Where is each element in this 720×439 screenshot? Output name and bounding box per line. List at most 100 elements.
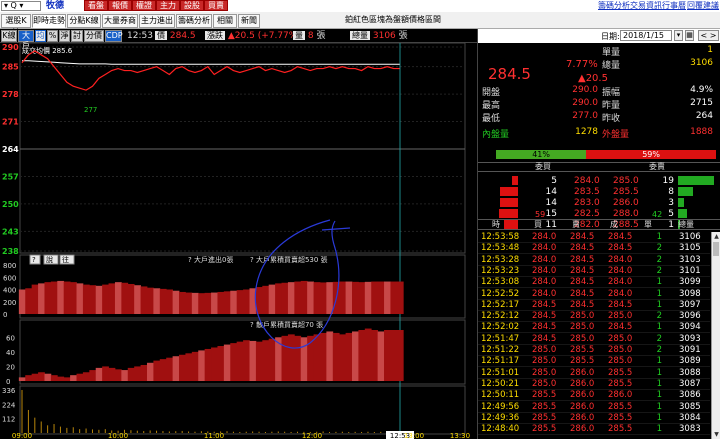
tick-ask: 286.0	[570, 390, 595, 401]
tick-row[interactable]: 12:49:36 285.5 286.0 285.5 1 3084	[478, 413, 710, 424]
tab-branch-kline[interactable]: 分點K線	[67, 14, 101, 28]
link-feedback[interactable]: 回覆建議	[687, 0, 719, 12]
tick-row[interactable]: 12:53:28 284.0 284.5 284.0 2 3103	[478, 255, 710, 266]
percent-button[interactable]: %	[47, 30, 58, 42]
tab-news[interactable]: 新聞	[238, 14, 260, 28]
net-button[interactable]: 淨	[59, 30, 70, 42]
price-dist-button[interactable]: 分價	[84, 30, 104, 42]
tick-bid: 284.5	[532, 322, 557, 333]
retail-bar	[390, 330, 398, 381]
retail-bar	[70, 375, 77, 381]
field-value: 264	[695, 111, 713, 121]
link-chip-analysis[interactable]: 籌碼分析	[598, 0, 630, 12]
tick-row[interactable]: 12:52:02 284.5 285.0 284.5 1 3094	[478, 322, 710, 334]
tick-ask: 285.0	[570, 322, 595, 333]
order-book-header: 委買 委賣	[478, 162, 720, 172]
tick-row[interactable]: 12:53:48 284.0 284.5 284.5 2 3105	[478, 243, 710, 255]
big-trader-bar	[159, 288, 167, 314]
tick-total: 3106	[679, 232, 701, 242]
calendar-icon[interactable]: ▦	[685, 30, 694, 41]
big-trader-button[interactable]: 大戶	[18, 30, 34, 50]
bid-price: 283.0	[574, 198, 600, 208]
big-trader-bar	[307, 281, 314, 314]
menu-button-watch[interactable]: 看盤	[84, 0, 108, 11]
date-input[interactable]: 2018/1/15	[620, 30, 672, 41]
tick-bid: 285.0	[532, 367, 557, 378]
tick-time: 12:51:22	[481, 345, 520, 355]
tick-deal: 284.0	[608, 277, 633, 288]
menu-button-pick[interactable]: 設股	[180, 0, 204, 11]
big-trader-bar	[57, 280, 65, 314]
tab-chip-analysis[interactable]: 籌碼分析	[176, 14, 212, 28]
big-trader-bar	[326, 282, 334, 314]
retail-bar	[211, 347, 218, 381]
tick-row[interactable]: 12:49:56 285.5 286.0 285.5 1 3085	[478, 402, 710, 413]
quote-panel: 日期: 2018/1/15 ▾ ▦ < > 284.5 7.77% ▲20.5 …	[477, 29, 720, 439]
bid-qty: 5	[551, 176, 557, 186]
menu-button-quote[interactable]: 報價	[108, 0, 132, 11]
ask-depth-bar	[678, 187, 693, 196]
tick-row[interactable]: 12:50:21 285.0 286.0 285.5 1 3087	[478, 379, 710, 390]
tab-related[interactable]: 相關	[213, 14, 237, 28]
avg-button[interactable]: 均	[35, 30, 46, 42]
scroll-thumb[interactable]	[713, 242, 719, 256]
retail-bar	[153, 360, 161, 381]
tick-row[interactable]: 12:50:11 285.5 286.0 286.0 1 3086	[478, 390, 710, 402]
tab-major-flow[interactable]: 主力進出	[139, 14, 175, 28]
menu-button-major[interactable]: 主力	[156, 0, 180, 11]
price-tick-label: 271	[2, 118, 19, 127]
date-nav-button[interactable]: < >	[698, 30, 719, 41]
ask-qty: 19	[662, 176, 674, 186]
tick-scrollbar[interactable]: ▲ ▼	[711, 232, 720, 439]
tick-ask: 284.5	[570, 232, 595, 242]
retail-bar	[185, 353, 193, 381]
bid-header: 委買	[535, 162, 551, 171]
tick-row[interactable]: 12:53:58 284.0 284.5 284.5 1 3106	[478, 232, 710, 243]
volume-value: 8	[307, 31, 314, 41]
tick-deal: 285.5	[608, 378, 633, 389]
tick-row[interactable]: 12:48:40 285.5 286.0 285.5 1 3083	[478, 424, 710, 436]
link-calendar[interactable]: 行事曆	[662, 0, 686, 12]
tick-total: 3105	[679, 243, 701, 254]
tick-single: 1	[656, 378, 662, 389]
time-tick-label: 13:30	[450, 432, 470, 439]
scroll-down-icon[interactable]: ▼	[712, 430, 720, 439]
menu-button-trade[interactable]: 買賣	[204, 0, 228, 11]
stock-selector[interactable]: ▾ Q ▾	[1, 1, 41, 11]
retail-bar	[146, 362, 154, 381]
tick-row[interactable]: 12:52:17 284.5 284.5 284.5 1 3097	[478, 300, 710, 311]
scroll-up-icon[interactable]: ▲	[712, 232, 720, 241]
kline-button[interactable]: K線	[1, 30, 17, 42]
tick-row[interactable]: 12:53:08 284.0 284.5 284.0 1 3099	[478, 277, 710, 289]
tick-row[interactable]: 12:52:12 284.5 285.0 285.0 2 3096	[478, 311, 710, 323]
tick-row[interactable]: 12:51:22 285.0 285.5 285.0 2 3091	[478, 345, 710, 356]
tick-row[interactable]: 12:51:17 285.0 285.5 285.0 1 3089	[478, 356, 710, 368]
tick-bid: 285.0	[532, 378, 557, 389]
tick-ask: 284.5	[570, 299, 595, 310]
cdp-button[interactable]: CDP	[105, 30, 123, 42]
tick-row[interactable]: 12:53:23 284.0 284.5 284.0 2 3101	[478, 266, 710, 277]
total-label-text: 總量	[350, 31, 370, 40]
price-pane-frame	[19, 43, 466, 254]
big-trader-bar	[140, 286, 148, 314]
retail-tick: 0	[6, 378, 10, 386]
tab-realtime[interactable]: 即時走勢	[32, 14, 66, 28]
date-spin-icon[interactable]: ▾	[674, 30, 683, 41]
tick-deal: 285.5	[608, 367, 633, 378]
tick-row[interactable]: 12:51:01 285.0 286.0 285.5 1 3088	[478, 368, 710, 379]
retail-bar	[268, 338, 276, 381]
retail-tick: 20	[6, 363, 15, 371]
tick-ask: 286.0	[570, 367, 595, 378]
big-trader-bar	[25, 288, 33, 314]
tab-big-broker[interactable]: 大量券商	[102, 14, 138, 28]
tick-single: 2	[656, 345, 662, 355]
discuss-button[interactable]: 討	[71, 30, 83, 42]
field-label: 開盤	[482, 88, 501, 98]
menu-button-warrant[interactable]: 權證	[132, 0, 156, 11]
tab-kline[interactable]: 選股K線	[1, 14, 31, 37]
tick-single: 1	[656, 288, 662, 299]
tick-row[interactable]: 12:52:52 284.0 284.5 284.0 1 3098	[478, 289, 710, 300]
link-trade-info[interactable]: 交易資訊	[630, 0, 662, 12]
tick-row[interactable]: 12:51:47 284.5 285.0 285.0 2 3093	[478, 334, 710, 345]
tick-total: 3097	[679, 299, 701, 310]
